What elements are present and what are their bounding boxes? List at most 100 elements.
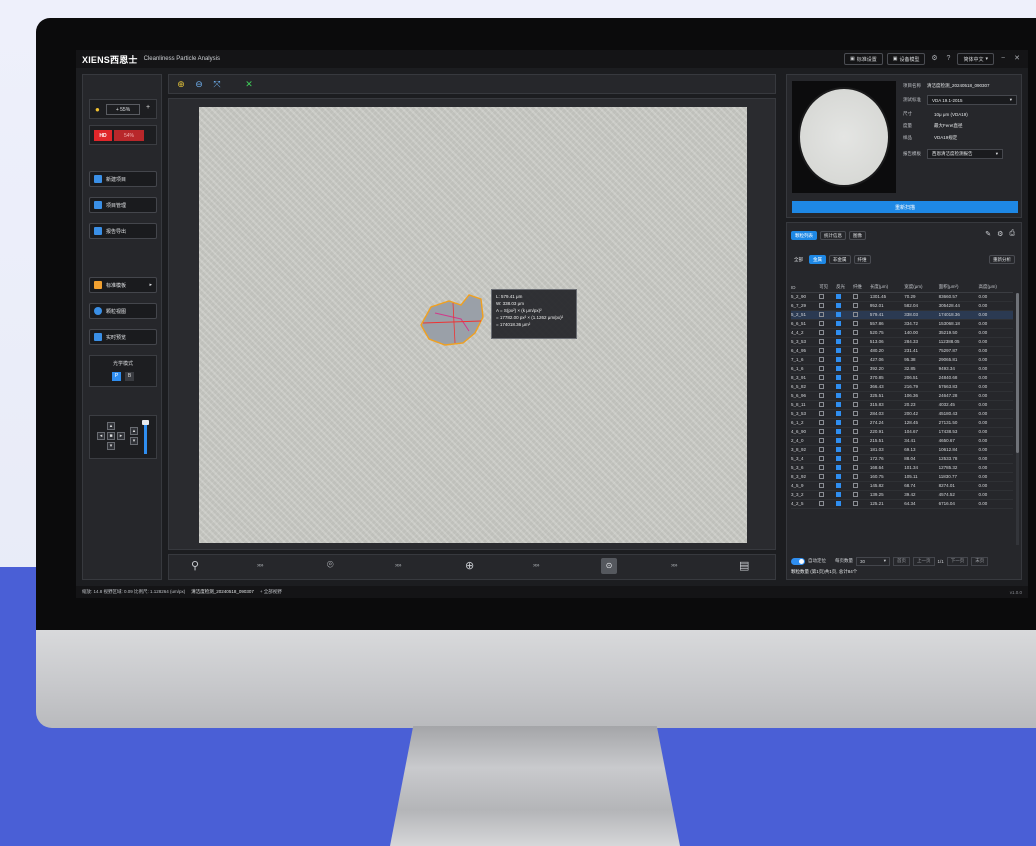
table-row[interactable]: 6_1_6 392.20 32.85 9493.34 0.00: [791, 364, 1013, 374]
per-page-select[interactable]: 30 ▾: [856, 556, 890, 566]
row-checkbox[interactable]: [836, 330, 842, 336]
row-checkbox[interactable]: [852, 465, 858, 471]
microscope-image[interactable]: L: 579.41 μm W: 338.03 μm A = S(px²) × (…: [199, 107, 747, 543]
table-scrollbar[interactable]: [1016, 293, 1019, 545]
row-checkbox-cell[interactable]: [852, 337, 870, 347]
table-row[interactable]: 6_4_95 480.20 231.41 75297.87 0.00: [791, 346, 1013, 356]
row-checkbox-cell[interactable]: [852, 292, 870, 302]
row-checkbox-cell[interactable]: [819, 400, 837, 410]
live-preview-button[interactable]: 实时预览: [89, 329, 157, 345]
row-checkbox[interactable]: [819, 456, 825, 462]
table-row[interactable]: 5_6_96 325.51 106.36 24647.28 0.00: [791, 391, 1013, 401]
row-checkbox[interactable]: [836, 294, 842, 300]
row-checkbox[interactable]: [852, 321, 858, 327]
help-icon[interactable]: ?: [943, 54, 953, 64]
zoom-out-icon[interactable]: ⊖: [193, 79, 205, 90]
row-checkbox-cell[interactable]: [819, 499, 837, 509]
row-checkbox[interactable]: [819, 474, 825, 480]
row-checkbox-cell[interactable]: [836, 463, 853, 473]
stage-step-icon[interactable]: ⚲: [191, 559, 199, 572]
table-row[interactable]: 2_4_0 215.51 34.41 4650.67 0.00: [791, 436, 1013, 446]
move-left-button[interactable]: ◂: [97, 432, 105, 440]
row-checkbox[interactable]: [819, 402, 825, 408]
focus-step-icon[interactable]: ⌾: [327, 559, 334, 572]
row-checkbox-cell[interactable]: [852, 364, 870, 374]
row-checkbox-cell[interactable]: [836, 364, 853, 374]
row-checkbox[interactable]: [836, 402, 842, 408]
row-checkbox[interactable]: [852, 330, 858, 336]
focus-slider-handle[interactable]: [142, 420, 149, 425]
row-checkbox-cell[interactable]: [819, 481, 837, 491]
edit-icon[interactable]: ✎: [985, 230, 991, 238]
hd-badge[interactable]: HD: [94, 130, 112, 141]
row-checkbox-cell[interactable]: [819, 319, 837, 329]
row-checkbox[interactable]: [852, 348, 858, 354]
row-checkbox[interactable]: [836, 321, 842, 327]
row-checkbox[interactable]: [836, 492, 842, 498]
row-checkbox[interactable]: [836, 438, 842, 444]
row-checkbox[interactable]: [852, 366, 858, 372]
row-checkbox-cell[interactable]: [819, 373, 837, 383]
row-checkbox-cell[interactable]: [819, 436, 837, 446]
row-checkbox[interactable]: [819, 438, 825, 444]
filter-thumbnail[interactable]: [792, 81, 896, 193]
row-checkbox[interactable]: [852, 375, 858, 381]
move-home-button[interactable]: ■: [107, 432, 115, 440]
row-checkbox[interactable]: [819, 330, 825, 336]
row-checkbox-cell[interactable]: [836, 292, 853, 302]
table-row[interactable]: 4_6_90 220.91 104.67 17438.53 0.00: [791, 427, 1013, 437]
tab-particle-list[interactable]: 颗粒列表: [791, 231, 817, 240]
template-button[interactable]: 标准模板 ▸: [89, 277, 157, 293]
row-checkbox[interactable]: [836, 366, 842, 372]
row-checkbox[interactable]: [819, 357, 825, 363]
row-checkbox[interactable]: [836, 429, 842, 435]
row-checkbox[interactable]: [836, 384, 842, 390]
language-select[interactable]: 简体中文 ▾: [957, 53, 994, 65]
row-checkbox-cell[interactable]: [819, 454, 837, 464]
standard-select[interactable]: VDA 19.1-2015 ▾: [927, 95, 1017, 105]
row-checkbox[interactable]: [819, 411, 825, 417]
filter-metal[interactable]: 金属: [809, 255, 826, 264]
row-checkbox-cell[interactable]: [836, 427, 853, 437]
row-checkbox-cell[interactable]: [852, 355, 870, 365]
col-fiber[interactable]: 纤维: [852, 283, 870, 293]
row-checkbox-cell[interactable]: [836, 355, 853, 365]
table-row[interactable]: 6_5_82 366.43 216.79 57663.83 0.00: [791, 382, 1013, 392]
row-checkbox-cell[interactable]: [819, 337, 837, 347]
row-checkbox[interactable]: [852, 294, 858, 300]
measure-tool-icon[interactable]: ✕: [243, 79, 255, 90]
report-step-icon[interactable]: ▤: [739, 559, 749, 572]
row-checkbox-cell[interactable]: [819, 391, 837, 401]
scan-step-icon[interactable]: ⊕: [465, 559, 474, 572]
auto-locate-toggle[interactable]: [791, 557, 805, 565]
row-checkbox[interactable]: [852, 312, 858, 318]
image-viewport[interactable]: L: 579.41 μm W: 338.03 μm A = S(px²) × (…: [168, 98, 776, 550]
row-checkbox-cell[interactable]: [836, 490, 853, 500]
table-row[interactable]: 7_1_6 427.06 95.38 29065.81 0.00: [791, 355, 1013, 365]
increase-icon[interactable]: +: [146, 104, 150, 111]
col-visible[interactable]: 可见: [819, 283, 837, 293]
row-checkbox-cell[interactable]: [852, 463, 870, 473]
row-checkbox-cell[interactable]: [852, 472, 870, 482]
table-row[interactable]: 8_3_92 160.75 105.11 11830.77 0.00: [791, 472, 1013, 482]
row-checkbox-cell[interactable]: [852, 499, 870, 509]
last-page-button[interactable]: 末页: [971, 556, 989, 566]
row-checkbox[interactable]: [819, 375, 825, 381]
row-checkbox-cell[interactable]: [836, 418, 853, 428]
row-checkbox[interactable]: [836, 420, 842, 426]
standard-settings-button[interactable]: ▣ 标准设置: [843, 53, 883, 65]
row-checkbox-cell[interactable]: [836, 445, 853, 455]
tab-image[interactable]: 图像: [849, 231, 866, 240]
row-checkbox-cell[interactable]: [852, 382, 870, 392]
col-area[interactable]: 面积(μm²): [938, 283, 979, 293]
mode-p-button[interactable]: P: [112, 372, 121, 381]
row-checkbox-cell[interactable]: [852, 454, 870, 464]
row-checkbox[interactable]: [852, 483, 858, 489]
row-checkbox[interactable]: [836, 447, 842, 453]
row-checkbox-cell[interactable]: [852, 319, 870, 329]
table-row[interactable]: 3_3_2 139.25 39.42 4574.52 0.00: [791, 490, 1013, 500]
export-icon[interactable]: ⎙: [1009, 230, 1015, 238]
prev-page-button[interactable]: 上一页: [913, 556, 935, 566]
row-checkbox-cell[interactable]: [852, 346, 870, 356]
row-checkbox[interactable]: [819, 321, 825, 327]
